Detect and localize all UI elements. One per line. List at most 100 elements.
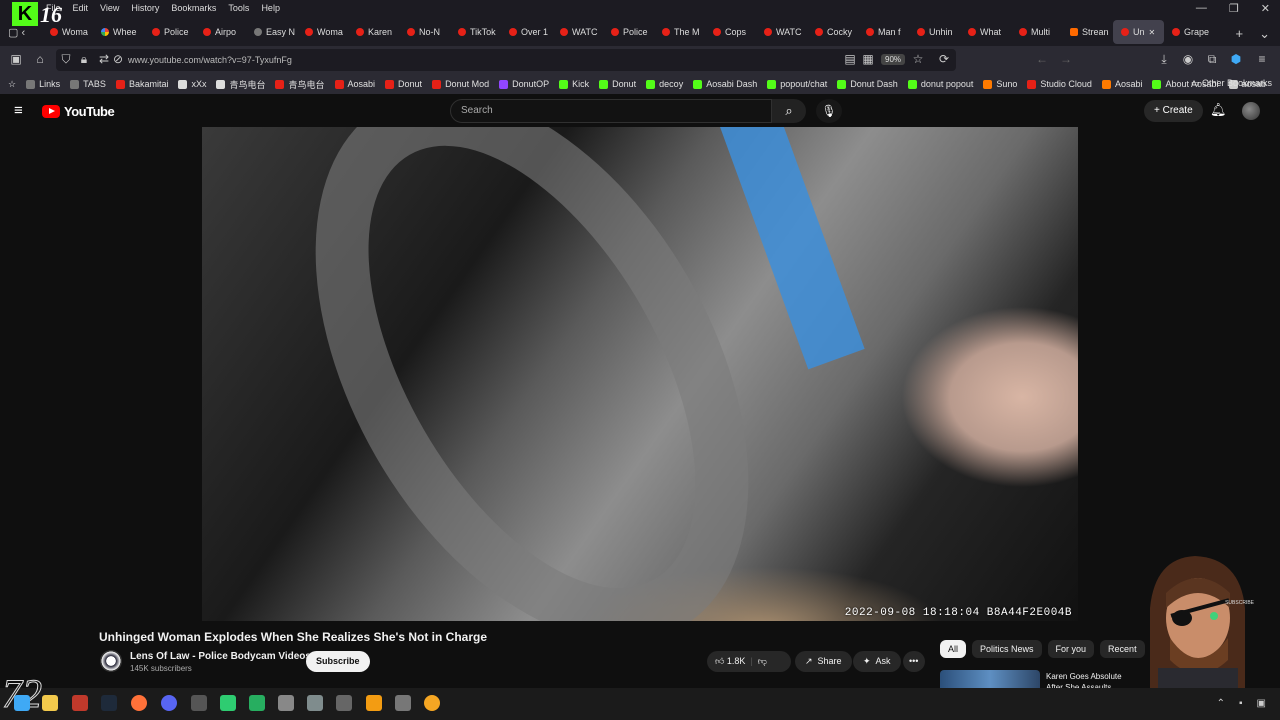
browser-tab[interactable]: Unhin: [909, 20, 960, 44]
browser-tab[interactable]: The M: [654, 20, 705, 44]
taskbar-game-icon[interactable]: [191, 695, 207, 711]
browser-tab[interactable]: Karen: [348, 20, 399, 44]
browser-tab[interactable]: Man f: [858, 20, 909, 44]
browser-tab[interactable]: Over 1: [501, 20, 552, 44]
bookmark-item[interactable]: Donut: [385, 79, 422, 89]
browser-tab[interactable]: Strean: [1062, 20, 1113, 44]
taskbar-editor-icon[interactable]: [336, 695, 352, 711]
browser-tab[interactable]: Airpo: [195, 20, 246, 44]
bookmark-item[interactable]: Donut Mod: [432, 79, 489, 89]
menu-help[interactable]: Help: [261, 3, 280, 13]
firefox-icon[interactable]: [131, 695, 147, 711]
bookmark-item[interactable]: Aosabi Dash: [693, 79, 757, 89]
start-menu-icon[interactable]: [14, 695, 30, 711]
forward-icon[interactable]: →: [1058, 52, 1074, 66]
bookmark-item[interactable]: decoy: [646, 79, 683, 89]
browser-tab[interactable]: Easy N: [246, 20, 297, 44]
reader-view-icon[interactable]: ▤: [842, 52, 858, 66]
zoom-level[interactable]: 90%: [881, 54, 906, 65]
extension-icon[interactable]: ⬢: [1228, 52, 1244, 66]
like-button[interactable]: 👍︎ 1.8K: [715, 651, 745, 672]
dislike-button[interactable]: 👎︎: [758, 651, 767, 672]
more-actions-button[interactable]: •••: [903, 651, 925, 672]
browser-tab[interactable]: Whee: [93, 20, 144, 44]
url-text[interactable]: www.youtube.com/watch?v=97-TyxufnFg: [128, 55, 292, 65]
notifications-bell-icon[interactable]: 🔔︎: [1210, 102, 1227, 118]
browser-tab[interactable]: WATC: [552, 20, 603, 44]
browser-tab[interactable]: WATC: [756, 20, 807, 44]
browser-tab[interactable]: Woma: [42, 20, 93, 44]
tray-app-icon[interactable]: ▪: [1239, 698, 1243, 709]
browser-tab[interactable]: What: [960, 20, 1011, 44]
bookmark-item[interactable]: Suno: [983, 79, 1017, 89]
bookmark-item[interactable]: 青鸟电台: [216, 78, 265, 91]
bookmark-item[interactable]: 青鸟电台: [275, 78, 325, 91]
browser-tab[interactable]: TikTok: [450, 20, 501, 44]
menu-bookmarks[interactable]: Bookmarks: [171, 3, 216, 13]
browser-tab[interactable]: Grape: [1164, 20, 1215, 44]
tray-network-icon[interactable]: ▣: [1257, 698, 1266, 709]
menu-edit[interactable]: Edit: [73, 3, 89, 13]
shield-icon[interactable]: ⛉: [58, 52, 74, 67]
reload-icon[interactable]: ⟳: [936, 52, 952, 66]
menu-view[interactable]: View: [100, 3, 119, 13]
bookmark-item[interactable]: popout/chat: [767, 79, 827, 89]
menu-icon[interactable]: ≡: [14, 102, 23, 119]
menu-history[interactable]: History: [131, 3, 159, 13]
vlc-icon[interactable]: [366, 695, 382, 711]
youtube-logo[interactable]: YouTube: [42, 104, 115, 119]
bookmark-item[interactable]: DonutOP: [499, 79, 549, 89]
channel-avatar[interactable]: [100, 650, 122, 672]
taskbar-chat-icon[interactable]: [220, 695, 236, 711]
bookmark-item[interactable]: Donut Dash: [837, 79, 898, 89]
menu-tools[interactable]: Tools: [228, 3, 249, 13]
extensions-icon[interactable]: ⧉: [1204, 52, 1220, 67]
taskbar-utility-icon[interactable]: [307, 695, 323, 711]
search-button[interactable]: ⌕: [772, 99, 806, 123]
filter-chip[interactable]: All: [940, 640, 967, 658]
channel-name[interactable]: Lens Of Law - Police Bodycam Videos: [130, 651, 311, 662]
search-app-icon[interactable]: [424, 695, 440, 711]
browser-tab[interactable]: Multi: [1011, 20, 1062, 44]
screenshot-icon[interactable]: ▦: [860, 52, 876, 66]
voice-search-button[interactable]: 🎙︎: [816, 99, 842, 123]
ask-button[interactable]: ✦ Ask: [853, 651, 901, 672]
account-avatar[interactable]: [1242, 102, 1260, 120]
taskbar-app-icon[interactable]: [72, 695, 88, 711]
file-explorer-icon[interactable]: [42, 695, 58, 711]
account-icon[interactable]: ◉: [1180, 52, 1196, 66]
discord-icon[interactable]: [161, 695, 177, 711]
create-button[interactable]: + Create: [1144, 100, 1203, 122]
browser-tab[interactable]: Cocky: [807, 20, 858, 44]
browser-tab[interactable]: No-N: [399, 20, 450, 44]
bookmark-item[interactable]: Donut: [599, 79, 636, 89]
bookmark-item[interactable]: Aosabi: [334, 79, 375, 89]
bookmark-item[interactable]: Studio Cloud: [1027, 79, 1092, 89]
filter-chip[interactable]: For you: [1047, 640, 1095, 658]
browser-tab[interactable]: Woma: [297, 20, 348, 44]
tab-list-icon[interactable]: ▢ ‹: [8, 26, 25, 39]
home-icon[interactable]: ⌂: [32, 52, 48, 66]
minimize-icon[interactable]: —: [1196, 2, 1207, 15]
browser-tab[interactable]: Cops: [705, 20, 756, 44]
taskbar-tool-icon[interactable]: [278, 695, 294, 711]
bookmark-item[interactable]: Bakamitai: [115, 79, 168, 89]
browser-tab[interactable]: Un ✕: [1113, 20, 1164, 44]
subscribe-button[interactable]: Subscribe: [306, 651, 370, 672]
tab-overflow-icon[interactable]: ⌄: [1259, 26, 1270, 42]
manage-bookmarks-icon[interactable]: ☆: [8, 79, 16, 90]
bookmark-item[interactable]: Links: [26, 79, 60, 89]
other-bookmarks[interactable]: ▭ Other Bookmarks: [1191, 78, 1272, 89]
bookmark-item[interactable]: xXx: [178, 79, 206, 89]
video-player[interactable]: 2022-09-08 18:18:04 B8A44F2E004B: [202, 127, 1078, 621]
bookmark-item[interactable]: Aosabi: [1101, 79, 1142, 89]
search-input[interactable]: Search: [450, 99, 772, 123]
browser-tab[interactable]: Police: [144, 20, 195, 44]
bookmark-item[interactable]: donut popout: [907, 79, 973, 89]
filter-chip[interactable]: Politics News: [972, 640, 1042, 658]
steam-icon[interactable]: [101, 695, 117, 711]
lock-icon[interactable]: 🔒︎: [76, 52, 92, 67]
app-menu-icon[interactable]: ≡: [1254, 52, 1270, 66]
sidebar-toggle-icon[interactable]: ▣: [8, 52, 24, 66]
new-tab-icon[interactable]: +: [1236, 26, 1244, 42]
